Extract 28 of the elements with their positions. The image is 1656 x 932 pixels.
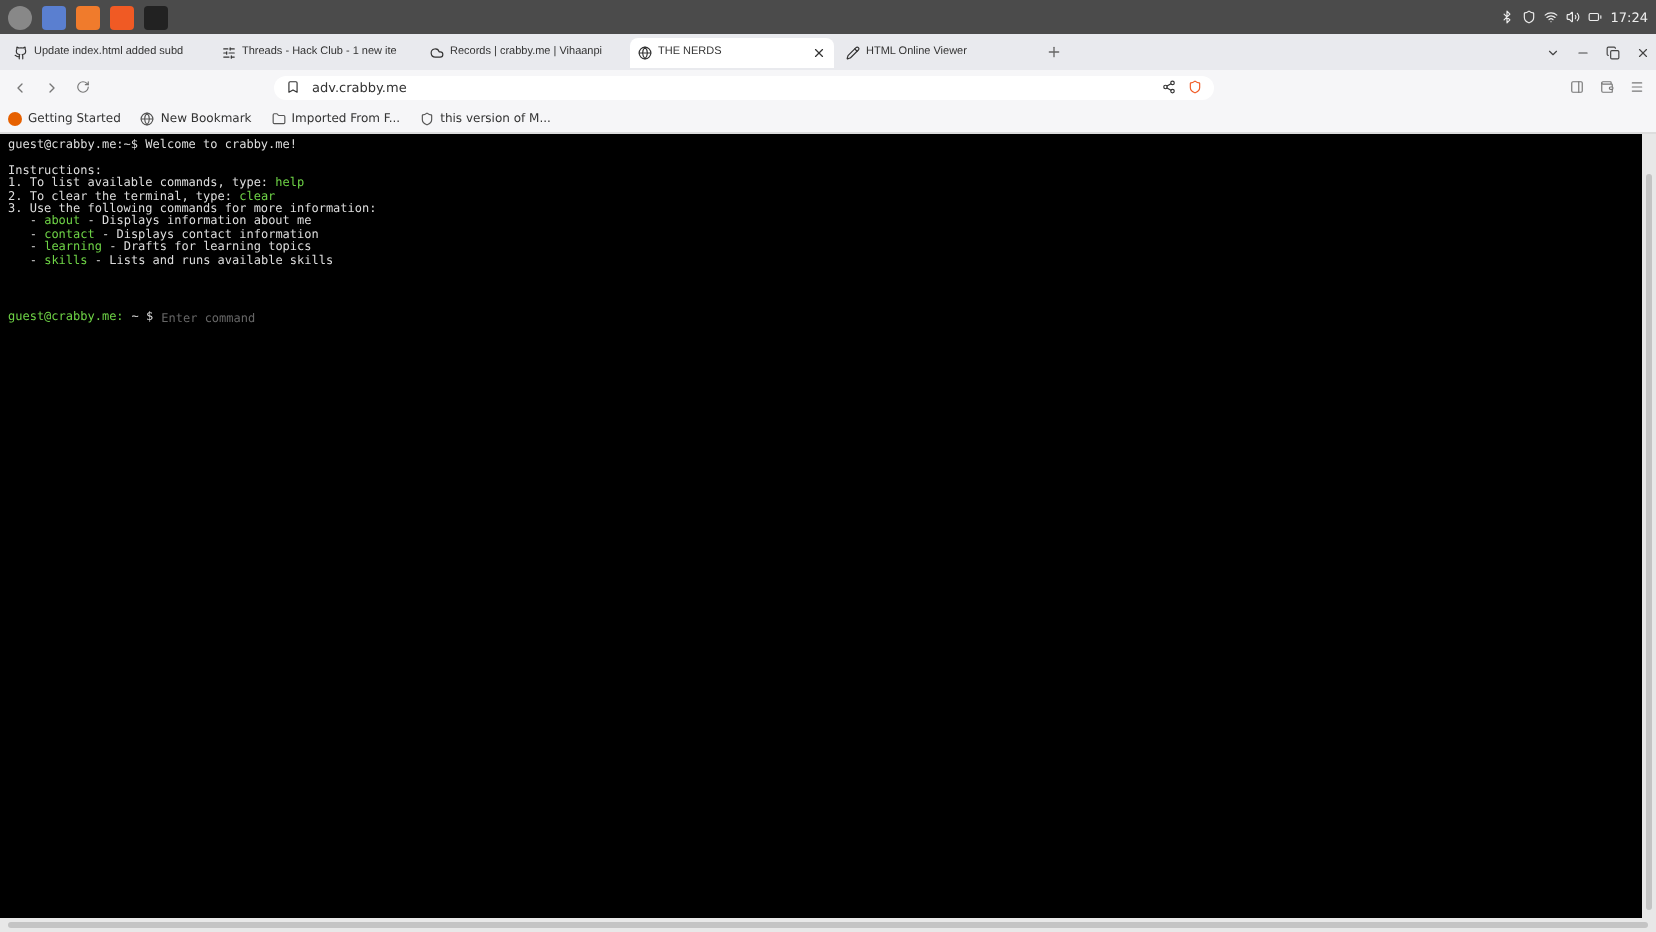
battery-icon[interactable] — [1588, 10, 1603, 24]
volume-icon[interactable] — [1566, 10, 1581, 24]
shield-icon — [420, 111, 435, 125]
scrollbar-thumb[interactable] — [1646, 174, 1652, 910]
shield-icon[interactable] — [1188, 80, 1202, 94]
cloud-icon — [430, 45, 444, 59]
horizontal-scrollbar[interactable] — [0, 918, 1656, 932]
sliders-icon — [222, 45, 236, 59]
globe-icon — [638, 45, 652, 59]
share-icon[interactable] — [1162, 80, 1176, 94]
close-icon[interactable] — [812, 45, 826, 59]
wallet-icon[interactable] — [1600, 80, 1614, 94]
restore-icon[interactable] — [1606, 45, 1620, 59]
scrollbar-thumb[interactable] — [8, 922, 1648, 928]
sidebar-icon[interactable] — [1570, 80, 1584, 94]
globe-icon — [140, 111, 155, 125]
chevron-down-icon[interactable] — [1546, 45, 1560, 59]
close-icon[interactable] — [1636, 45, 1650, 59]
bookmark-icon[interactable] — [286, 80, 300, 94]
wifi-icon[interactable] — [1544, 10, 1559, 24]
pencil-icon — [846, 45, 860, 59]
back-icon[interactable] — [12, 79, 28, 95]
new-tab-icon[interactable] — [1046, 44, 1062, 60]
reload-icon[interactable] — [76, 80, 90, 94]
vertical-scrollbar[interactable] — [1642, 134, 1656, 918]
menu-icon[interactable] — [1630, 80, 1644, 94]
forward-icon[interactable] — [44, 79, 60, 95]
bluetooth-icon[interactable] — [1500, 10, 1515, 24]
